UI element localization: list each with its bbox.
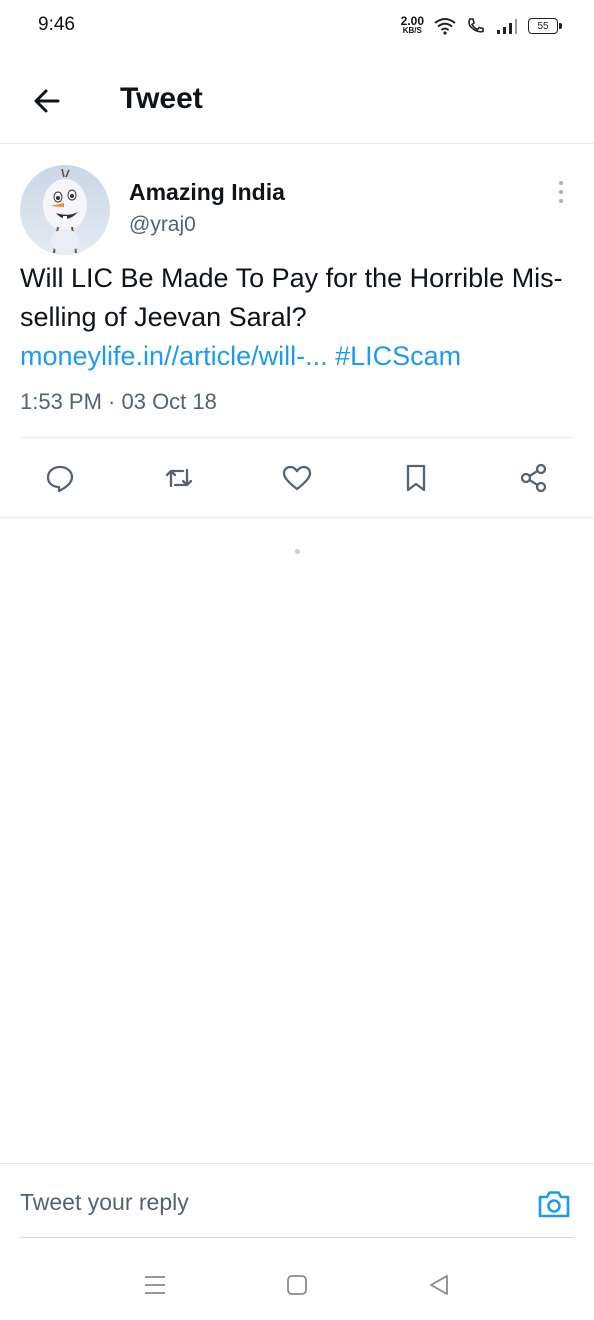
network-speed-value: 2.00: [400, 14, 424, 28]
system-nav-bar: [0, 1250, 594, 1320]
bookmark-icon: [406, 464, 426, 492]
battery-icon: 55: [528, 18, 562, 34]
avatar[interactable]: [20, 165, 110, 255]
like-button[interactable]: [277, 458, 317, 498]
camera-button[interactable]: [536, 1188, 572, 1220]
author-handle[interactable]: @yraj0: [129, 213, 196, 237]
share-button[interactable]: [514, 458, 554, 498]
status-time: 9:46: [38, 14, 75, 35]
more-dot-icon: [559, 199, 563, 203]
signal-icon: [497, 19, 517, 34]
home-button[interactable]: [279, 1270, 315, 1300]
more-dot-icon: [559, 190, 563, 194]
battery-level: 55: [537, 20, 549, 32]
tweet-timestamp: 1:53 PM · 03 Oct 18: [20, 389, 217, 414]
hashtag-link[interactable]: #LICScam: [335, 341, 461, 371]
retweet-icon: [165, 468, 193, 488]
reply-button[interactable]: [40, 458, 80, 498]
article-link[interactable]: moneylife.in//article/will-...: [20, 341, 328, 371]
tweet-actions: [0, 438, 594, 518]
back-button[interactable]: [24, 78, 70, 124]
bookmark-button[interactable]: [396, 458, 436, 498]
triangle-back-icon: [430, 1275, 448, 1295]
more-dot-icon: [559, 181, 563, 185]
share-icon: [520, 463, 547, 493]
recents-button[interactable]: [137, 1270, 173, 1300]
status-bar: 9:46 2.00 KB/S 55: [0, 0, 594, 52]
system-back-button[interactable]: [421, 1270, 457, 1300]
network-speed: 2.00 KB/S: [400, 14, 424, 36]
top-app-bar: Tweet: [0, 60, 594, 144]
reply-composer: [0, 1163, 594, 1239]
wifi-icon: [434, 18, 456, 35]
heart-icon: [282, 465, 312, 491]
camera-icon: [538, 1191, 570, 1218]
tweet-links: moneylife.in//article/will-... #LICScam: [20, 337, 461, 376]
page-title: Tweet: [120, 82, 203, 115]
author-name[interactable]: Amazing India: [129, 179, 285, 206]
reply-icon: [46, 465, 74, 493]
tweet-text: Will LIC Be Made To Pay for the Horrible…: [20, 263, 563, 332]
retweet-button[interactable]: [159, 458, 199, 498]
more-options-button[interactable]: [548, 179, 574, 205]
reply-underline: [20, 1237, 574, 1238]
reply-input[interactable]: [20, 1186, 500, 1218]
network-speed-unit: KB/S: [402, 26, 422, 35]
loading-indicator: [295, 549, 300, 554]
status-icons: 2.00 KB/S 55: [400, 14, 562, 38]
call-icon: [468, 18, 484, 33]
home-square-icon: [287, 1275, 307, 1295]
menu-icon: [145, 1276, 165, 1294]
arrow-left-icon: [34, 89, 60, 113]
snowman-avatar-image: [43, 168, 87, 254]
